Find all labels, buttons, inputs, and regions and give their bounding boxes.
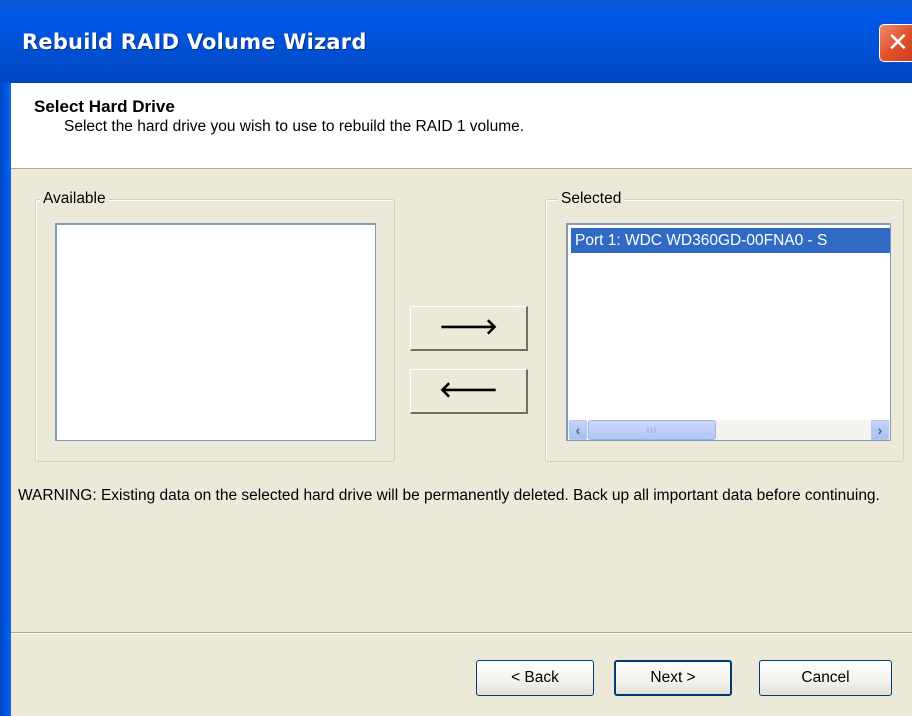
- page-title: Select Hard Drive: [34, 97, 175, 116]
- wizard-body: Available 🡒 🡐 Selected Port 1: WDC WD360…: [11, 169, 912, 716]
- wizard-header: Select Hard Drive Select the hard drive …: [11, 83, 912, 169]
- add-drive-button[interactable]: 🡒: [410, 306, 528, 351]
- chevron-right-icon: ›: [877, 422, 883, 438]
- scroll-right-button[interactable]: ›: [871, 420, 889, 440]
- wizard-window: Rebuild RAID Volume Wizard ✕ Select Hard…: [0, 0, 912, 716]
- scroll-grip: III: [646, 425, 658, 435]
- cancel-button[interactable]: Cancel: [759, 660, 892, 696]
- selected-listbox[interactable]: Port 1: WDC WD360GD-00FNA0 - S ‹ III ›: [566, 223, 891, 441]
- scroll-left-button[interactable]: ‹: [569, 420, 587, 440]
- list-item[interactable]: Port 1: WDC WD360GD-00FNA0 - S: [571, 228, 890, 253]
- scroll-thumb[interactable]: III: [588, 420, 716, 440]
- window-title: Rebuild RAID Volume Wizard: [22, 30, 367, 54]
- selected-label: Selected: [558, 190, 625, 208]
- warning-text: WARNING: Existing data on the selected h…: [18, 487, 880, 504]
- horizontal-scrollbar[interactable]: ‹ III ›: [568, 420, 890, 440]
- title-bar[interactable]: Rebuild RAID Volume Wizard ✕: [0, 0, 912, 83]
- remove-drive-button[interactable]: 🡐: [410, 369, 528, 414]
- chevron-left-icon: ‹: [575, 422, 581, 438]
- close-icon: ✕: [887, 28, 909, 58]
- available-listbox[interactable]: [55, 223, 376, 441]
- next-button[interactable]: Next >: [614, 660, 732, 696]
- window-frame-left: [0, 83, 11, 716]
- footer-divider: [11, 632, 912, 634]
- arrow-right-icon: 🡒: [439, 314, 498, 339]
- available-label: Available: [40, 190, 109, 208]
- back-button[interactable]: < Back: [476, 660, 594, 696]
- arrow-left-icon: 🡐: [439, 377, 498, 402]
- close-button[interactable]: ✕: [879, 24, 912, 62]
- page-subtitle: Select the hard drive you wish to use to…: [64, 118, 525, 135]
